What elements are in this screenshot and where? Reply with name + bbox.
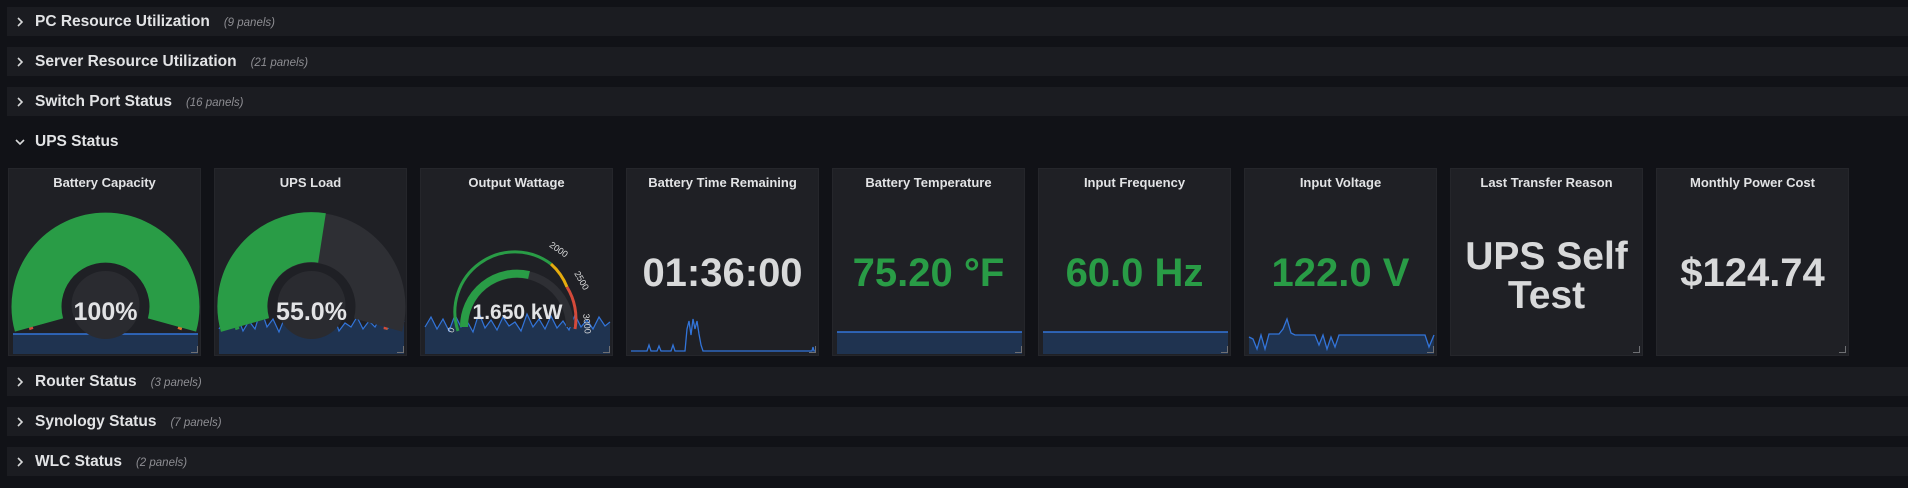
gauge-value: 100% [74, 298, 138, 326]
gauge-tick-label: 3000 [581, 313, 593, 334]
row-title: Router Status [35, 372, 137, 390]
stat-value: 122.0 V [1271, 251, 1410, 295]
resize-handle[interactable] [603, 346, 610, 353]
row-router-status[interactable]: Router Status (3 panels) [7, 367, 1908, 396]
panel-battery-capacity[interactable]: Battery Capacity 100% [8, 168, 201, 356]
gauge-value: 55.0% [276, 298, 347, 326]
row-panel-count: (3 panels) [150, 377, 202, 389]
resize-handle[interactable] [1839, 346, 1846, 353]
row-panel-count: (2 panels) [135, 457, 188, 469]
chevron-right-icon [13, 456, 27, 467]
chevron-down-icon [13, 138, 27, 146]
chevron-right-icon [13, 416, 27, 427]
row-switch-port-status[interactable]: Switch Port Status (16 panels) [7, 87, 1908, 116]
resize-handle[interactable] [1221, 346, 1228, 353]
resize-handle[interactable] [397, 346, 404, 353]
resize-handle[interactable] [809, 346, 816, 353]
ups-load-gauge: 55.0% [217, 212, 406, 354]
row-title: Switch Port Status [35, 92, 172, 110]
panel-input-voltage[interactable]: Input Voltage 122.0 V [1244, 168, 1437, 356]
row-title: PC Resource Utilization [35, 12, 210, 30]
row-panel-count: (7 panels) [170, 417, 222, 429]
row-panel-count: (21 panels) [250, 57, 309, 69]
row-panel-count: (9 panels) [223, 17, 275, 29]
panel-title: Monthly Power Cost [1690, 175, 1815, 190]
chevron-right-icon [13, 96, 27, 107]
gauge-tick-label: 2500 [572, 269, 591, 291]
panel-monthly-power-cost[interactable]: Monthly Power Cost $124.74 [1656, 168, 1849, 356]
row-title: Server Resource Utilization [35, 52, 237, 70]
panel-input-frequency[interactable]: Input Frequency 60.0 Hz [1038, 168, 1231, 356]
text-value-line-1: UPS Self [1465, 235, 1628, 278]
row-panel-count: (16 panels) [185, 97, 244, 109]
panel-last-transfer-reason[interactable]: Last Transfer Reason UPS Self Test [1450, 168, 1643, 356]
chevron-right-icon [13, 376, 27, 387]
row-title: UPS Status [35, 132, 119, 150]
gauge-value: 1.650 kW [473, 301, 563, 324]
sparkline-area [1043, 332, 1228, 354]
stat-value: 01:36:00 [642, 251, 803, 295]
panel-title: Last Transfer Reason [1480, 175, 1613, 190]
output-wattage-gauge: 0 2000 2500 3000 1.650 kW [424, 240, 611, 354]
row-server-resource-utilization[interactable]: Server Resource Utilization (21 panels) [7, 47, 1908, 76]
stat-value: 60.0 Hz [1065, 251, 1204, 295]
sparkline-line [631, 318, 816, 352]
resize-handle[interactable] [1427, 346, 1434, 353]
panel-battery-temperature[interactable]: Battery Temperature 75.20 °F [832, 168, 1025, 356]
panel-output-wattage[interactable]: Output Wattage 0 2000 2500 3000 1.650 kW [420, 168, 613, 356]
row-title: Synology Status [35, 412, 157, 430]
sparkline-area [1249, 319, 1434, 354]
sparkline-area [837, 332, 1022, 354]
resize-handle[interactable] [191, 346, 198, 353]
row-synology-status[interactable]: Synology Status (7 panels) [7, 407, 1908, 436]
text-value-line-2: Test [1507, 274, 1586, 317]
battery-capacity-gauge: 100% [11, 212, 200, 354]
resize-handle[interactable] [1633, 346, 1640, 353]
chevron-right-icon [13, 16, 27, 27]
panel-battery-time-remaining[interactable]: Battery Time Remaining 01:36:00 [626, 168, 819, 356]
row-wlc-status[interactable]: WLC Status (2 panels) [7, 447, 1908, 476]
row-ups-status[interactable]: UPS Status [7, 127, 1908, 156]
stat-value: 75.20 °F [852, 251, 1005, 295]
resize-handle[interactable] [1015, 346, 1022, 353]
row-pc-resource-utilization[interactable]: PC Resource Utilization (9 panels) [7, 7, 1908, 36]
stat-value: $124.74 [1680, 251, 1825, 295]
row-title: WLC Status [35, 452, 122, 470]
gauge-tick-label: 2000 [548, 240, 570, 260]
panel-ups-load[interactable]: UPS Load 55.0% [214, 168, 407, 356]
chevron-right-icon [13, 56, 27, 67]
